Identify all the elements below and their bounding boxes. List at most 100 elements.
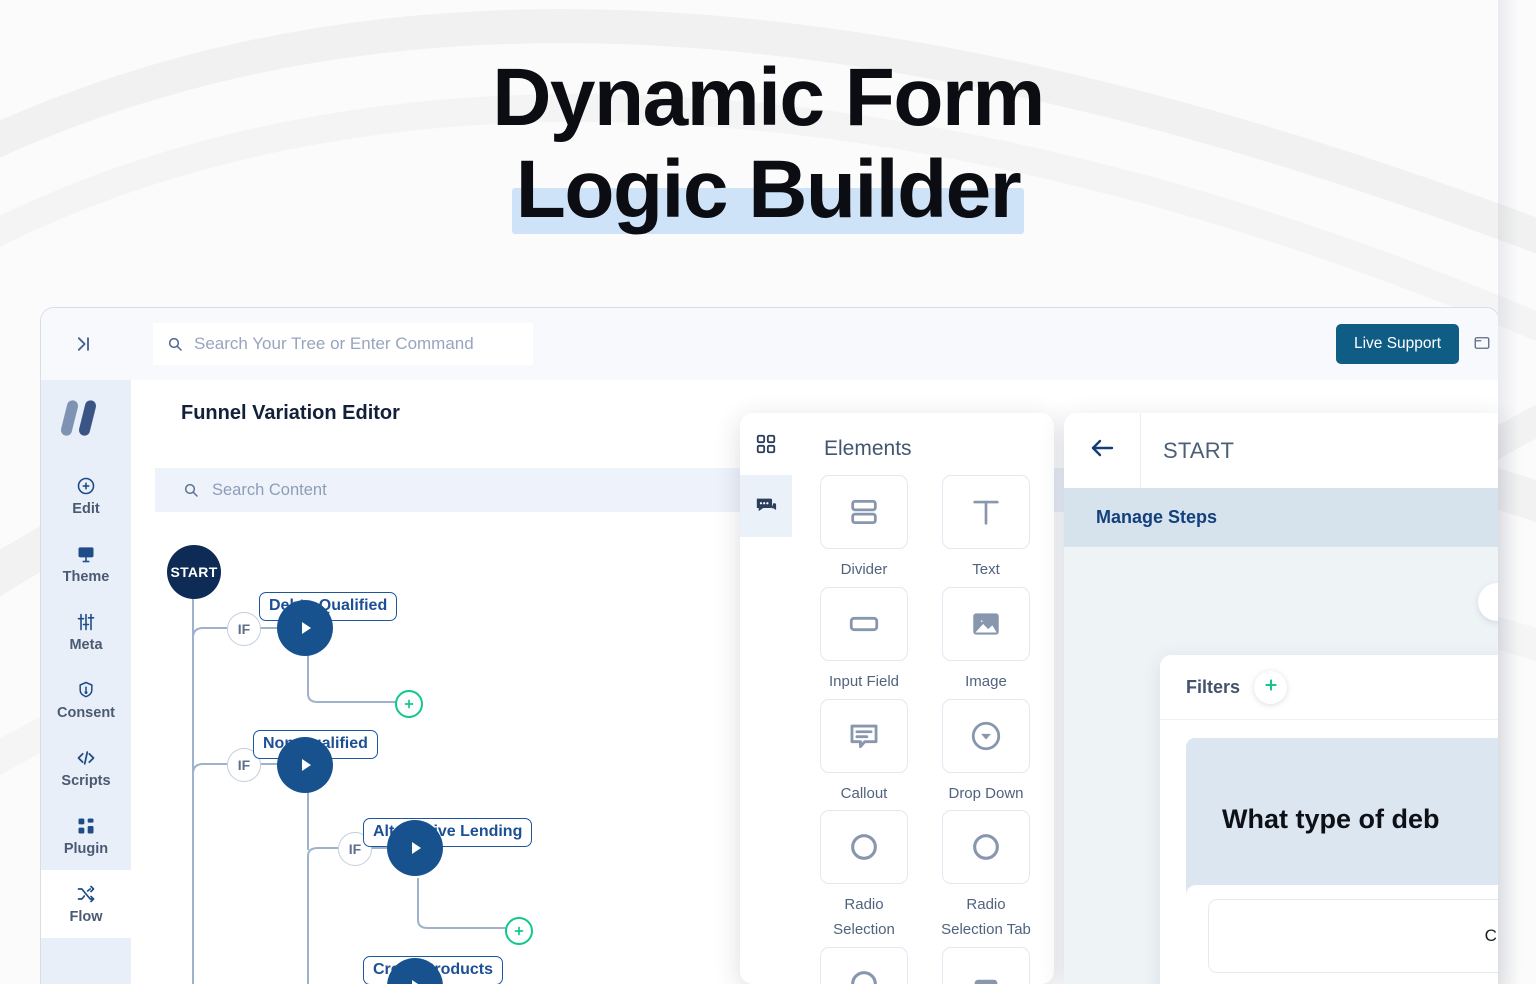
start-panel-header: START [1064,413,1498,488]
sidebar-item-label: Consent [57,704,115,721]
sidebar-item-label: Flow [69,908,103,925]
plus-icon [1263,677,1279,698]
filters-card: Filters What type of deb Credit C [1160,655,1498,984]
sidebar-item-theme[interactable]: Theme [41,530,131,598]
sidebar-item-label: Plugin [63,840,109,857]
start-panel-title: START [1163,437,1235,463]
hero-line-2-text: Logic Builder [515,144,1022,235]
arrow-left-icon [1088,437,1116,464]
filters-header: Filters [1160,655,1498,720]
code-icon [76,748,96,768]
collapse-panel-icon[interactable] [72,334,94,354]
shield-alert-icon [76,680,96,700]
hero-line-1: Dynamic Form [492,52,1045,143]
preview-question: What type of deb [1222,804,1440,834]
search-icon [167,336,183,352]
app-topbar: Search Your Tree or Enter Command Live S… [41,308,1498,381]
sidebar-item-label: Meta [69,636,103,653]
sidebar: Edit Theme Meta Consent Scripts Plugin F… [41,380,132,984]
start-detail-panel: START Manage Steps Filters What type of … [1064,413,1498,984]
play-icon [302,622,311,634]
play-icon [412,980,421,984]
sidebar-item-label: Theme [62,568,110,585]
flow-node-step[interactable] [277,737,333,793]
content-search-placeholder: Search Content [212,480,327,499]
sidebar-item-scripts[interactable]: Scripts [41,734,131,802]
easel-image-icon [76,544,96,564]
drop-down-icon [942,698,1030,773]
back-button[interactable] [1064,413,1141,488]
manage-steps-row[interactable]: Manage Steps [1064,488,1498,547]
tab-elements[interactable] [740,413,792,475]
flow-node-step[interactable] [277,600,333,656]
form-preview: What type of deb Credit C [1186,738,1498,984]
input-field-icon [820,586,908,661]
preview-option[interactable]: Credit C [1208,899,1498,973]
command-search-input[interactable]: Search Your Tree or Enter Command [153,323,533,365]
flow-node-step[interactable] [387,820,443,876]
play-icon [302,759,311,771]
filters-title: Filters [1186,676,1241,697]
element-label: Input Field [828,672,900,690]
flow-node-start[interactable]: START [167,545,221,599]
panel-resize-handle[interactable] [1478,583,1498,621]
manage-steps-label: Manage Steps [1096,507,1218,527]
hero-line-2: Logic Builder [0,142,1536,238]
flow-node-add[interactable] [395,690,423,718]
plus-circle-icon [76,476,96,496]
element-label: Drop Down [948,784,1024,802]
image-icon [942,586,1030,661]
page-title: Dynamic Form Logic Builder [0,50,1536,238]
window-icon[interactable] [1473,334,1491,352]
divider-icon [820,475,908,549]
sidebar-item-flow[interactable]: Flow [41,870,131,938]
radio-circle-icon [820,810,908,885]
element-label: Radio Selection [833,896,895,938]
element-input-field[interactable]: Input Field [806,586,922,695]
element-label: Radio Selection Tab [941,896,1031,938]
sidebar-item-label: Edit [72,500,100,517]
element-label: Text [972,561,1000,578]
element-image[interactable]: Image [928,586,1044,695]
sidebar-item-label: Scripts [61,772,111,789]
sliders-icon [76,612,96,632]
callout-icon [820,698,908,773]
element-callout[interactable]: Callout [806,698,922,807]
element-radio-selection-tab[interactable]: Radio Selection Tab [928,810,1044,943]
command-search-placeholder: Search Your Tree or Enter Command [194,334,474,353]
sidebar-items: Edit Theme Meta Consent Scripts Plugin F… [41,462,131,938]
elements-panel-tabs [740,413,792,984]
sidebar-item-edit[interactable]: Edit [41,462,131,530]
editor-title: Funnel Variation Editor [181,402,400,424]
elements-grid: Divider Text Input Field Image Callout D… [792,461,1054,984]
sidebar-item-consent[interactable]: Consent [41,666,131,734]
search-icon [183,482,199,498]
element-radio-selection[interactable]: Radio Selection [806,810,922,943]
element-label: Image [965,672,1007,690]
play-icon [412,842,421,854]
add-filter-button[interactable] [1254,670,1288,704]
element-drop-down[interactable]: Drop Down [928,698,1044,807]
grid-blocks-icon [76,816,96,836]
element-text[interactable]: Text [928,475,1044,583]
button-icon [942,946,1030,984]
element-partial-1[interactable] [806,946,922,984]
flow-node-add[interactable] [505,917,533,945]
sidebar-item-plugin[interactable]: Plugin [41,802,131,870]
flow-node-if[interactable]: IF [227,612,261,646]
radio-circle-icon [820,946,908,984]
elements-heading: Elements [824,437,912,460]
live-support-button[interactable]: Live Support [1335,324,1459,364]
element-partial-2[interactable] [928,946,1044,984]
radio-circle-icon [942,810,1030,885]
element-label: Divider [840,561,888,578]
sidebar-item-meta[interactable]: Meta [41,598,131,666]
tab-comments[interactable] [740,475,792,537]
elements-panel-body: Elements Divider Text Input Field Image … [792,413,1054,984]
element-divider[interactable]: Divider [806,475,922,583]
text-icon [942,475,1030,549]
start-panel-body: Filters What type of deb Credit C [1064,547,1498,984]
preview-options: Credit C [1186,885,1498,984]
elements-panel: Elements Divider Text Input Field Image … [740,413,1054,984]
shuffle-icon [76,884,96,904]
